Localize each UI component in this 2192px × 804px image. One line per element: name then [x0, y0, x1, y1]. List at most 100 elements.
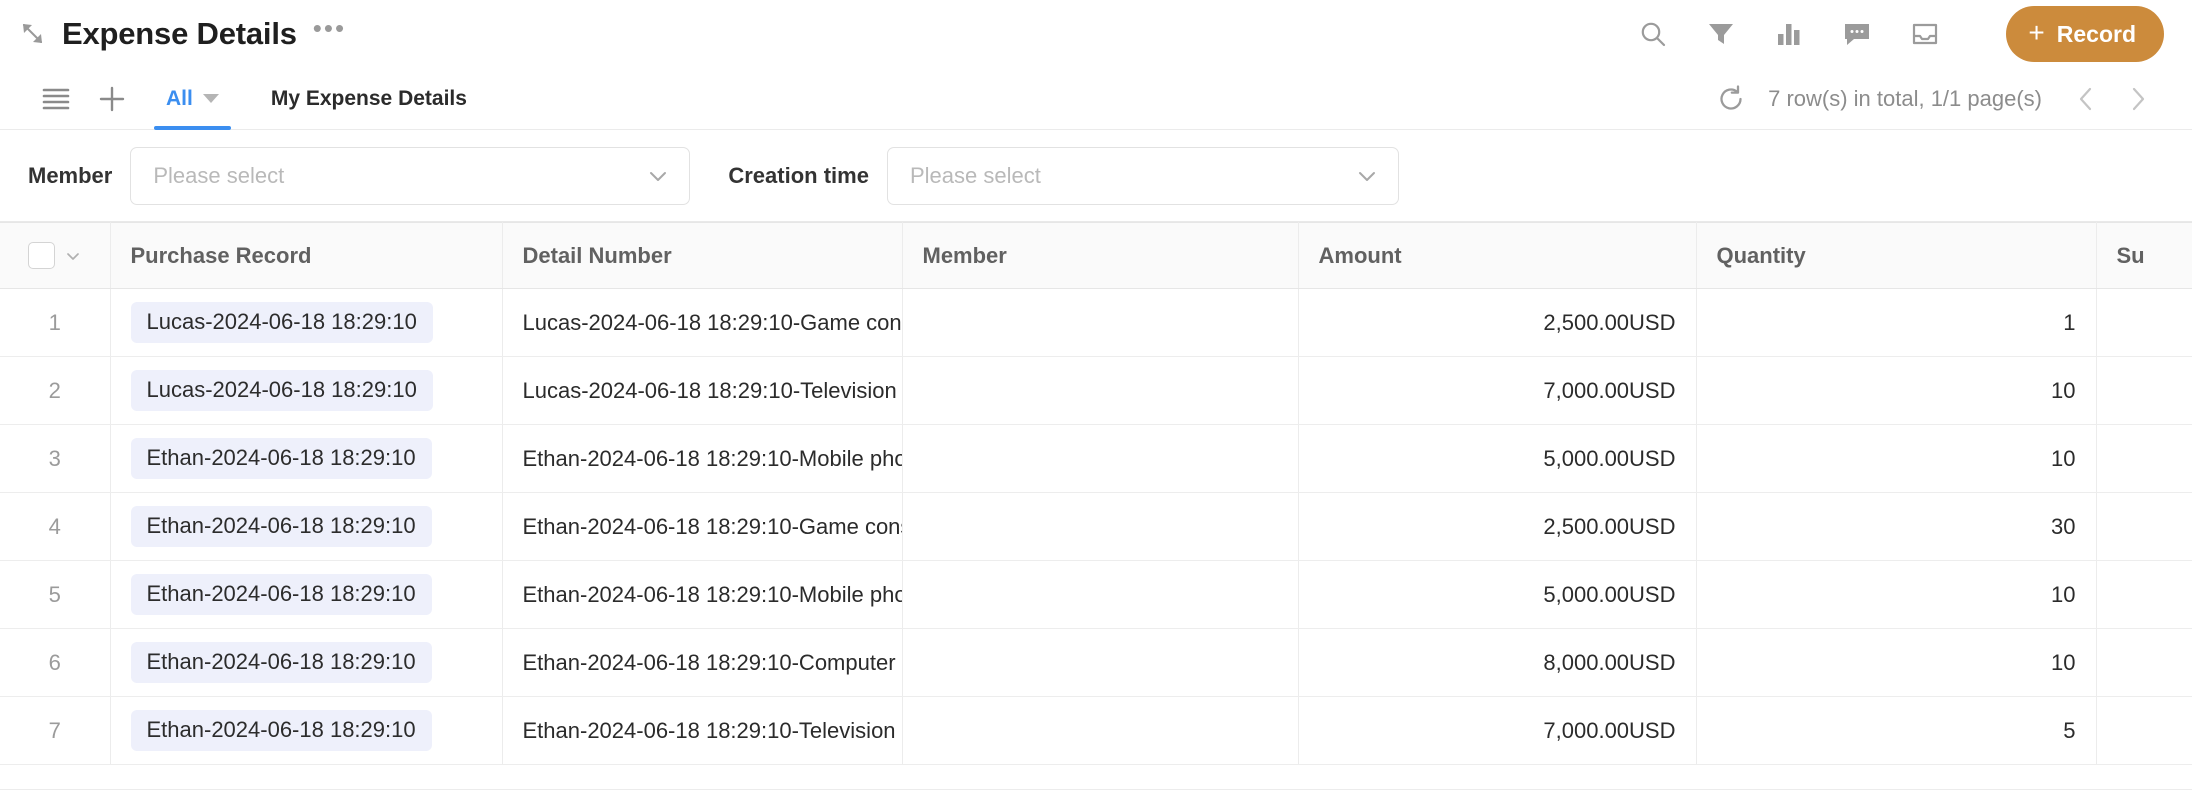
- cell-amount[interactable]: 7,000.00USD: [1298, 696, 1697, 765]
- purchase-record-chip[interactable]: Ethan-2024-06-18 18:29:10: [130, 438, 432, 479]
- cell-detail-number[interactable]: Lucas-2024-06-18 18:29:10-Game console: [502, 288, 903, 357]
- table-head: Purchase Record Detail Number Member Amo…: [0, 222, 2192, 289]
- chart-icon[interactable]: [1772, 17, 1806, 51]
- cell-detail-number[interactable]: Ethan-2024-06-18 18:29:10-Game console: [502, 492, 903, 561]
- refresh-icon[interactable]: [1708, 84, 1754, 114]
- cell-quantity[interactable]: 10: [1696, 356, 2097, 425]
- prev-page-button[interactable]: [2060, 77, 2112, 121]
- records-table: Purchase Record Detail Number Member Amo…: [0, 222, 2192, 765]
- cell-purchase-record[interactable]: Ethan-2024-06-18 18:29:10: [110, 424, 503, 493]
- cell-amount[interactable]: 5,000.00USD: [1298, 560, 1697, 629]
- purchase-record-chip[interactable]: Ethan-2024-06-18 18:29:10: [130, 710, 432, 751]
- cell-purchase-record[interactable]: Ethan-2024-06-18 18:29:10: [110, 492, 503, 561]
- expense-details-app: Expense Details ••• + Record All My Expe…: [0, 0, 2192, 804]
- cell-purchase-record[interactable]: Ethan-2024-06-18 18:29:10: [110, 560, 503, 629]
- chevron-down-icon: [645, 163, 671, 189]
- search-icon[interactable]: [1636, 17, 1670, 51]
- row-number: 4: [0, 492, 111, 561]
- filter-creation-time: Creation time Please select: [728, 146, 1399, 205]
- add-view-plus-icon[interactable]: [84, 68, 140, 129]
- cell-quantity[interactable]: 10: [1696, 628, 2097, 697]
- cell-quantity[interactable]: 10: [1696, 560, 2097, 629]
- cell-subtotal[interactable]: [2096, 356, 2192, 425]
- cell-member[interactable]: [902, 628, 1299, 697]
- title-more-icon[interactable]: •••: [313, 15, 346, 41]
- cell-detail-number[interactable]: Ethan-2024-06-18 18:29:10-Mobile phone: [502, 560, 903, 629]
- creation-time-select[interactable]: Please select: [886, 146, 1399, 205]
- purchase-record-chip[interactable]: Ethan-2024-06-18 18:29:10: [130, 642, 432, 683]
- table-row[interactable]: 3 Ethan-2024-06-18 18:29:10 Ethan-2024-0…: [0, 424, 2192, 493]
- inbox-icon[interactable]: [1908, 17, 1942, 51]
- select-all-checkbox[interactable]: [28, 242, 56, 269]
- tab-all[interactable]: All: [146, 68, 239, 130]
- comment-icon[interactable]: [1840, 17, 1874, 51]
- cell-quantity[interactable]: 30: [1696, 492, 2097, 561]
- cell-quantity[interactable]: 5: [1696, 696, 2097, 765]
- cell-quantity[interactable]: 1: [1696, 288, 2097, 357]
- table-row[interactable]: 2 Lucas-2024-06-18 18:29:10 Lucas-2024-0…: [0, 356, 2192, 425]
- column-header-detail-number[interactable]: Detail Number: [502, 222, 903, 289]
- column-header-purchase-record[interactable]: Purchase Record: [110, 222, 503, 289]
- cell-quantity[interactable]: 10: [1696, 424, 2097, 493]
- record-button-label: Record: [2056, 20, 2136, 47]
- cell-detail-number[interactable]: Lucas-2024-06-18 18:29:10-Television: [502, 356, 903, 425]
- cell-amount[interactable]: 7,000.00USD: [1298, 356, 1697, 425]
- row-number: 1: [0, 288, 111, 357]
- member-select[interactable]: Please select: [130, 146, 691, 205]
- column-header-member[interactable]: Member: [902, 222, 1299, 289]
- cell-member[interactable]: [902, 356, 1299, 425]
- filter-icon[interactable]: [1704, 17, 1738, 51]
- cell-amount[interactable]: 8,000.00USD: [1298, 628, 1697, 697]
- cell-subtotal[interactable]: [2096, 696, 2192, 765]
- table-row[interactable]: 6 Ethan-2024-06-18 18:29:10 Ethan-2024-0…: [0, 628, 2192, 697]
- cell-purchase-record[interactable]: Lucas-2024-06-18 18:29:10: [110, 356, 503, 425]
- cell-subtotal[interactable]: [2096, 492, 2192, 561]
- table-row[interactable]: 5 Ethan-2024-06-18 18:29:10 Ethan-2024-0…: [0, 560, 2192, 629]
- cell-member[interactable]: [902, 424, 1299, 493]
- table-row[interactable]: 1 Lucas-2024-06-18 18:29:10 Lucas-2024-0…: [0, 288, 2192, 357]
- table-header-row: Purchase Record Detail Number Member Amo…: [0, 222, 2192, 289]
- cell-purchase-record[interactable]: Ethan-2024-06-18 18:29:10: [110, 628, 503, 697]
- cell-purchase-record[interactable]: Ethan-2024-06-18 18:29:10: [110, 696, 503, 765]
- column-header-quantity[interactable]: Quantity: [1696, 222, 2097, 289]
- row-number: 3: [0, 424, 111, 493]
- cell-subtotal[interactable]: [2096, 288, 2192, 357]
- row-count-text: 7 row(s) in total, 1/1 page(s): [1768, 85, 2042, 111]
- cell-amount[interactable]: 2,500.00USD: [1298, 492, 1697, 561]
- cell-subtotal[interactable]: [2096, 628, 2192, 697]
- view-bar-right: 7 row(s) in total, 1/1 page(s): [1708, 68, 2164, 129]
- cell-amount[interactable]: 2,500.00USD: [1298, 288, 1697, 357]
- next-page-button[interactable]: [2112, 77, 2164, 121]
- tab-my-expense-details[interactable]: My Expense Details: [251, 68, 487, 129]
- cell-subtotal[interactable]: [2096, 560, 2192, 629]
- cell-amount[interactable]: 5,000.00USD: [1298, 424, 1697, 493]
- tab-my-expense-details-label: My Expense Details: [270, 86, 467, 110]
- cell-member[interactable]: [902, 288, 1299, 357]
- cell-purchase-record[interactable]: Lucas-2024-06-18 18:29:10: [110, 288, 503, 357]
- cell-subtotal[interactable]: [2096, 424, 2192, 493]
- cell-member[interactable]: [902, 492, 1299, 561]
- purchase-record-chip[interactable]: Ethan-2024-06-18 18:29:10: [130, 574, 432, 615]
- purchase-record-chip[interactable]: Lucas-2024-06-18 18:29:10: [130, 302, 433, 343]
- table-row[interactable]: 4 Ethan-2024-06-18 18:29:10 Ethan-2024-0…: [0, 492, 2192, 561]
- list-view-icon[interactable]: [28, 68, 84, 129]
- cell-member[interactable]: [902, 696, 1299, 765]
- cell-detail-number[interactable]: Ethan-2024-06-18 18:29:10-Television: [502, 696, 903, 765]
- filter-member: Member Please select: [28, 146, 691, 205]
- chevron-down-icon[interactable]: [202, 94, 219, 103]
- row-number: 2: [0, 356, 111, 425]
- purchase-record-chip[interactable]: Lucas-2024-06-18 18:29:10: [130, 370, 433, 411]
- cell-detail-number[interactable]: Ethan-2024-06-18 18:29:10-Mobile phone: [502, 424, 903, 493]
- column-header-subtotal[interactable]: Su: [2096, 222, 2192, 289]
- column-header-amount[interactable]: Amount: [1298, 222, 1697, 289]
- expand-collapse-arrows-icon[interactable]: [18, 19, 48, 49]
- purchase-record-chip[interactable]: Ethan-2024-06-18 18:29:10: [130, 506, 432, 547]
- member-select-placeholder: Please select: [153, 162, 285, 188]
- record-plus-icon: +: [2028, 17, 2045, 48]
- table-row[interactable]: 7 Ethan-2024-06-18 18:29:10 Ethan-2024-0…: [0, 696, 2192, 765]
- add-record-button[interactable]: + Record: [2006, 6, 2164, 62]
- chevron-down-icon[interactable]: [65, 248, 81, 264]
- records-table-container[interactable]: Purchase Record Detail Number Member Amo…: [0, 222, 2192, 804]
- cell-member[interactable]: [902, 560, 1299, 629]
- cell-detail-number[interactable]: Ethan-2024-06-18 18:29:10-Computer: [502, 628, 903, 697]
